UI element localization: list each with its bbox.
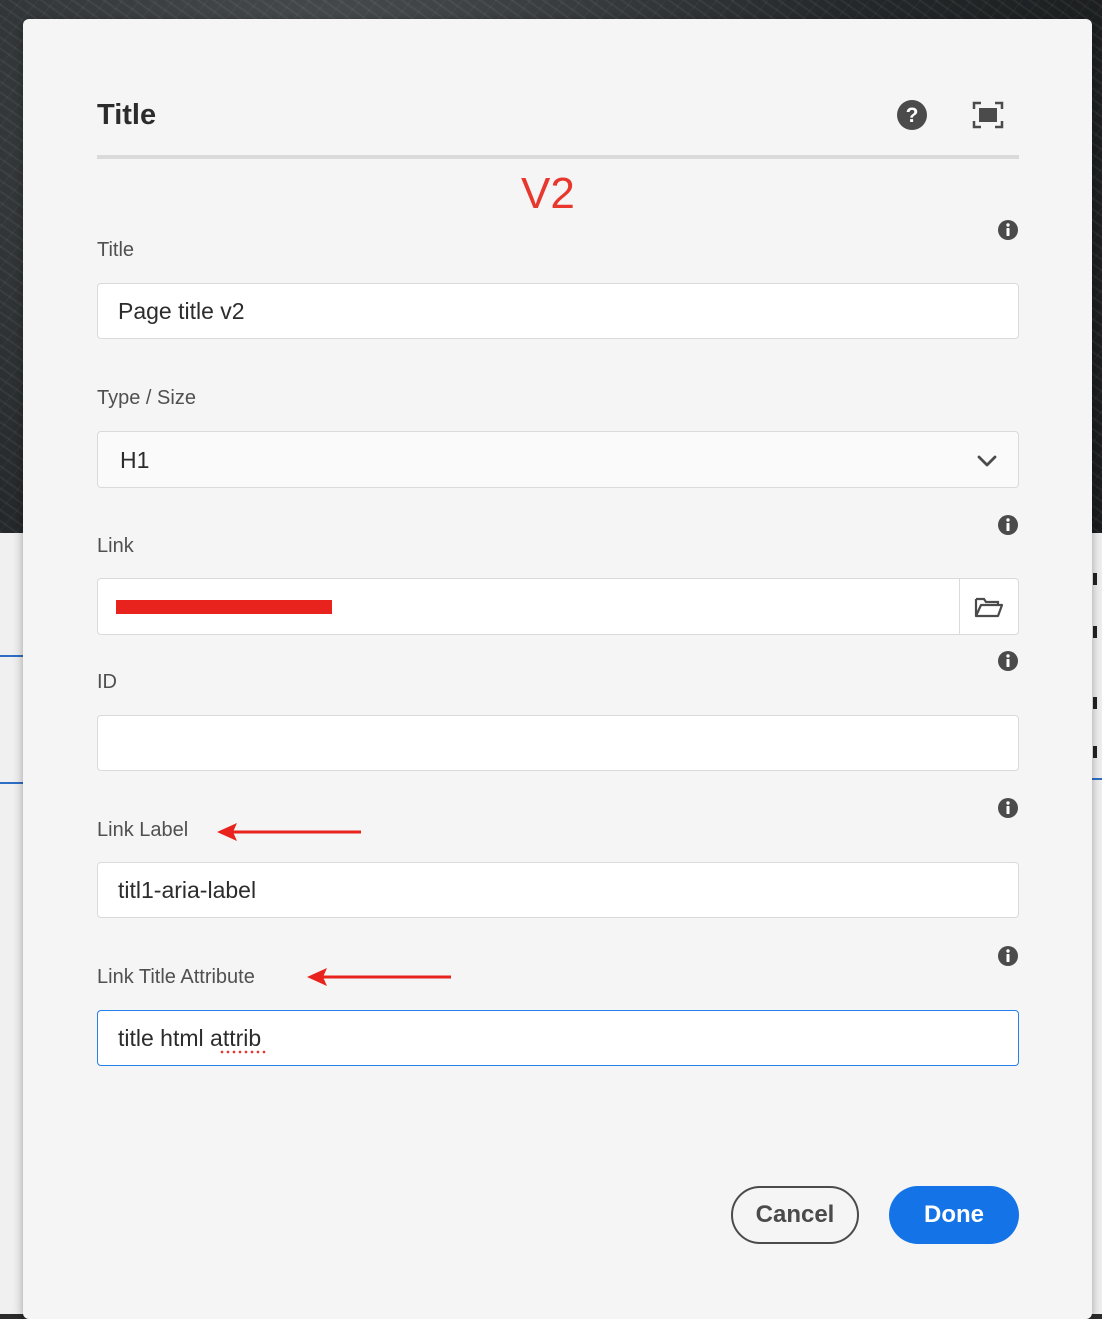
type-size-value: H1 (120, 447, 150, 473)
link-field-label: Link (97, 535, 134, 557)
title-component-dialog: Title ? V2 Title Type / Size H1 Link (23, 19, 1092, 1319)
arrow-left-icon (307, 968, 451, 986)
info-icon[interactable] (997, 797, 1019, 819)
info-icon[interactable] (997, 650, 1019, 672)
spellcheck-underline (219, 1050, 267, 1054)
help-circle-icon: ? (897, 100, 927, 130)
header-divider (97, 155, 1019, 159)
background-mark (1093, 697, 1097, 709)
arrow-left-icon (217, 823, 361, 841)
link-title-attribute-label: Link Title Attribute (97, 966, 255, 988)
svg-text:?: ? (906, 104, 919, 127)
folder-open-icon (974, 597, 1004, 617)
background-mark (1093, 573, 1097, 585)
info-icon[interactable] (997, 514, 1019, 536)
link-title-attribute-input[interactable] (97, 1010, 1019, 1066)
info-icon[interactable] (997, 945, 1019, 967)
version-annotation: V2 (521, 169, 575, 218)
dialog-title: Title (97, 99, 157, 131)
background-mark (1093, 626, 1097, 638)
background-divider (1092, 778, 1102, 780)
cancel-button[interactable]: Cancel (731, 1186, 859, 1244)
info-icon[interactable] (997, 219, 1019, 241)
title-input[interactable] (97, 283, 1019, 339)
id-input[interactable] (97, 715, 1019, 771)
help-button[interactable]: ? (894, 97, 930, 133)
link-label-input[interactable] (97, 862, 1019, 918)
redaction-mark (116, 600, 332, 614)
title-field-label: Title (97, 239, 135, 261)
fullscreen-icon (972, 101, 1004, 129)
type-size-label: Type / Size (97, 387, 196, 409)
done-button[interactable]: Done (889, 1186, 1019, 1244)
chevron-down-icon (977, 455, 997, 467)
type-size-select[interactable]: H1 (97, 431, 1019, 488)
browse-button[interactable] (959, 579, 1018, 634)
fullscreen-button[interactable] (970, 97, 1006, 133)
link-label-field-label: Link Label (97, 819, 189, 841)
background-mark (1093, 746, 1097, 758)
id-field-label: ID (97, 671, 117, 693)
link-pathfield (97, 578, 1019, 635)
